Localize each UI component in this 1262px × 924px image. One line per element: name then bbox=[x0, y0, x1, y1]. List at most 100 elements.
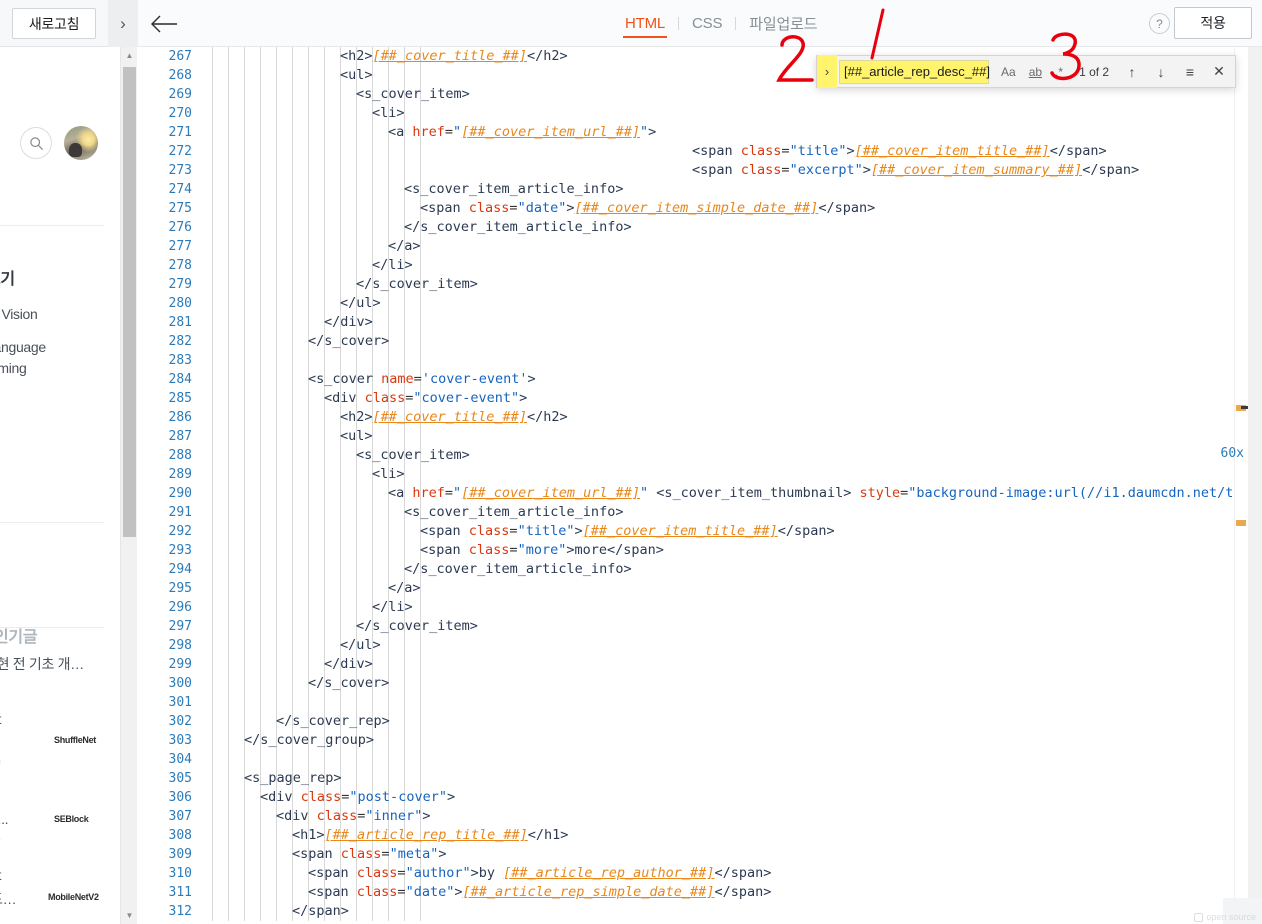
help-icon[interactable]: ? bbox=[1149, 13, 1170, 34]
code-line-text: <span class="date">[##_article_rep_simpl… bbox=[308, 884, 772, 900]
code-line-text: </s_cover_item> bbox=[356, 618, 478, 634]
refresh-button[interactable]: 새로고침 bbox=[12, 8, 96, 39]
line-number: 271 bbox=[168, 125, 192, 140]
use-regex-icon[interactable]: .* bbox=[1053, 62, 1065, 82]
code-line[interactable]: 272 <span class="title">[##_cover_item_ti… bbox=[138, 142, 1262, 161]
code-line-text: </a> bbox=[388, 238, 421, 254]
code-line[interactable]: 291 <s_cover_item_article_info> bbox=[138, 503, 1262, 522]
chevron-right-icon[interactable]: › bbox=[108, 0, 138, 47]
code-line[interactable]: 312 </span> bbox=[138, 902, 1262, 921]
find-widget[interactable]: › [##_article_rep_desc_##] Aa ab .* 1 of… bbox=[816, 55, 1236, 88]
code-line[interactable]: 280 </ul> bbox=[138, 294, 1262, 313]
toggle-replace-icon[interactable]: › bbox=[817, 55, 837, 88]
code-line[interactable]: 290 <a href="[##_cover_item_url_##]" <s_c… bbox=[138, 484, 1262, 503]
code-line[interactable]: 299 </div> bbox=[138, 655, 1262, 674]
code-line[interactable]: 279 </s_cover_item> bbox=[138, 275, 1262, 294]
code-line[interactable]: 282 </s_cover> bbox=[138, 332, 1262, 351]
code-line-text: <h2>[##_cover_title_##]</h2> bbox=[340, 48, 568, 64]
line-number: 287 bbox=[168, 429, 192, 444]
code-line[interactable]: 311 <span class="date">[##_article_rep_si… bbox=[138, 883, 1262, 902]
code-line-text: <div class="post-cover"> bbox=[260, 789, 456, 805]
avatar[interactable] bbox=[64, 126, 98, 160]
bg-post-title[interactable]: et bbox=[0, 867, 1, 883]
search-icon[interactable] bbox=[20, 127, 52, 159]
code-line[interactable]: 273 <span class="excerpt">[##_cover_item_… bbox=[138, 161, 1262, 180]
code-line[interactable]: 287 <ul> bbox=[138, 427, 1262, 446]
tab-html[interactable]: HTML bbox=[612, 0, 678, 47]
code-lines[interactable]: 267 <h2>[##_cover_title_##]</h2> 268 <ul> 26… bbox=[138, 47, 1262, 924]
bg-post-title[interactable]: 드… bbox=[0, 889, 17, 909]
code-line-text: </s_cover_item_article_info> bbox=[404, 561, 632, 577]
scrollbar-thumb[interactable] bbox=[123, 67, 136, 537]
code-line[interactable]: 307 <div class="inner"> bbox=[138, 807, 1262, 826]
find-in-selection-icon[interactable]: ≡ bbox=[1182, 64, 1198, 80]
code-line-text: </s_cover> bbox=[308, 333, 390, 349]
code-editor[interactable]: 267 <h2>[##_cover_title_##]</h2> 268 <ul> 26… bbox=[138, 47, 1262, 924]
code-line[interactable]: 289 <li> bbox=[138, 465, 1262, 484]
tab-css[interactable]: CSS bbox=[679, 0, 735, 47]
find-input[interactable]: [##_article_rep_desc_##] bbox=[839, 59, 990, 84]
tab-file-upload[interactable]: 파일업로드 bbox=[736, 0, 830, 47]
background-page-scrollbar[interactable]: ▲ ▼ bbox=[120, 47, 137, 924]
code-line[interactable]: 308 <h1>[##_article_rep_title_##]</h1> bbox=[138, 826, 1262, 845]
code-line[interactable]: 277 </a> bbox=[138, 237, 1262, 256]
code-line[interactable]: 300 </s_cover> bbox=[138, 674, 1262, 693]
bg-post-title[interactable]: et bbox=[0, 711, 1, 727]
bg-thumbnail-label: SEBlock bbox=[54, 814, 89, 824]
code-line-text: <span class="date">[##_cover_item_simple… bbox=[420, 200, 876, 216]
code-line[interactable]: 271 <a href="[##_cover_item_url_##]"> bbox=[138, 123, 1262, 142]
code-line[interactable]: 285 <div class="cover-event"> bbox=[138, 389, 1262, 408]
line-number: 291 bbox=[168, 505, 192, 520]
line-number: 279 bbox=[168, 277, 192, 292]
bg-list-item[interactable]: er Vision bbox=[0, 306, 38, 322]
previous-match-icon[interactable]: ↑ bbox=[1124, 64, 1140, 80]
line-number: 288 bbox=[168, 448, 192, 463]
code-line[interactable]: 306 <div class="post-cover"> bbox=[138, 788, 1262, 807]
code-line[interactable]: 303 </s_cover_group> bbox=[138, 731, 1262, 750]
code-line[interactable]: 292 <span class="title">[##_cover_item_ti… bbox=[138, 522, 1262, 541]
scroll-up-icon[interactable]: ▲ bbox=[121, 47, 138, 64]
code-line[interactable]: 274 <s_cover_item_article_info> bbox=[138, 180, 1262, 199]
code-line[interactable]: 286 <h2>[##_cover_title_##]</h2> bbox=[138, 408, 1262, 427]
code-line[interactable]: 305 <s_page_rep> bbox=[138, 769, 1262, 788]
match-whole-word-icon[interactable]: ab bbox=[1027, 62, 1044, 82]
bg-list-item[interactable]: Language bbox=[0, 339, 46, 355]
code-line[interactable]: 295 </a> bbox=[138, 579, 1262, 598]
overview-ruler[interactable] bbox=[1234, 47, 1255, 924]
code-line[interactable]: 284 <s_cover name='cover-event'> bbox=[138, 370, 1262, 389]
close-icon[interactable]: ✕ bbox=[1211, 63, 1227, 80]
code-line[interactable]: 304 bbox=[138, 750, 1262, 769]
code-line[interactable]: 270 <li> bbox=[138, 104, 1262, 123]
match-case-icon[interactable]: Aa bbox=[999, 62, 1018, 82]
back-arrow-icon[interactable] bbox=[148, 8, 180, 40]
code-line-text: </s_cover> bbox=[308, 675, 390, 691]
code-line[interactable]: 281 </div> bbox=[138, 313, 1262, 332]
apply-button[interactable]: 적용 bbox=[1174, 7, 1252, 39]
find-query-text: [##_article_rep_desc_##] bbox=[844, 64, 990, 79]
code-line[interactable]: 275 <span class="date">[##_cover_item_sim… bbox=[138, 199, 1262, 218]
code-line-text: <h1>[##_article_rep_title_##]</h1> bbox=[292, 827, 569, 843]
bg-post-title[interactable]: n... bbox=[0, 811, 9, 827]
code-line[interactable]: 309 <span class="meta"> bbox=[138, 845, 1262, 864]
code-line[interactable]: 294 </s_cover_item_article_info> bbox=[138, 560, 1262, 579]
bg-list-item[interactable]: mming bbox=[0, 360, 27, 376]
code-line-text: <li> bbox=[372, 466, 405, 482]
editor-tabs: HTML CSS 파일업로드 bbox=[612, 0, 830, 47]
code-line[interactable]: 302 </s_cover_rep> bbox=[138, 712, 1262, 731]
bg-post-title[interactable]: 구현 전 기초 개… bbox=[0, 654, 84, 674]
code-line[interactable]: 278 </li> bbox=[138, 256, 1262, 275]
scroll-down-icon[interactable]: ▼ bbox=[121, 907, 138, 924]
code-line[interactable]: 301 bbox=[138, 693, 1262, 712]
editor-vertical-scrollbar[interactable] bbox=[1248, 47, 1262, 924]
code-line[interactable]: 298 </ul> bbox=[138, 636, 1262, 655]
code-line[interactable]: 297 </s_cover_item> bbox=[138, 617, 1262, 636]
zoom-level-label: 60x bbox=[1220, 446, 1244, 461]
next-match-icon[interactable]: ↓ bbox=[1153, 64, 1169, 80]
code-line[interactable]: 293 <span class="more">more</span> bbox=[138, 541, 1262, 560]
code-line[interactable]: 288 <s_cover_item> bbox=[138, 446, 1262, 465]
code-line[interactable]: 283 bbox=[138, 351, 1262, 370]
line-number: 273 bbox=[168, 163, 192, 178]
code-line[interactable]: 310 <span class="author">by [##_article_r… bbox=[138, 864, 1262, 883]
code-line[interactable]: 276 </s_cover_item_article_info> bbox=[138, 218, 1262, 237]
code-line[interactable]: 296 </li> bbox=[138, 598, 1262, 617]
